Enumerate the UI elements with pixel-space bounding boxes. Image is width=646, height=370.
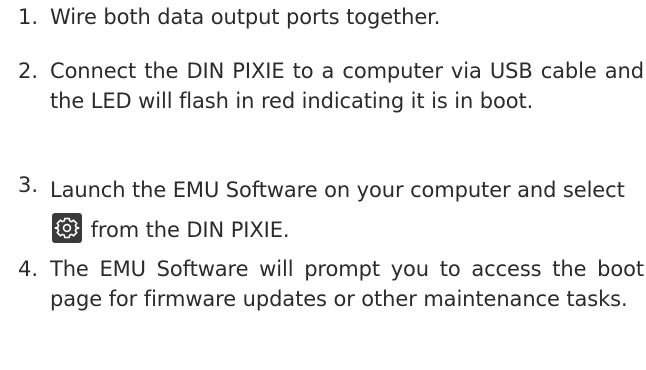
- step-text: Wire both data output ports together.: [50, 5, 441, 29]
- step-text: Connect the DIN PIXIE to a computer via …: [50, 59, 644, 113]
- step-number: 3.: [18, 173, 39, 197]
- step-number: 2.: [18, 59, 39, 83]
- gear-icon: [52, 213, 82, 243]
- step-text-after-icon: from the DIN PIXIE.: [90, 218, 290, 242]
- step-text: Launch the EMU Software on your computer…: [50, 170, 644, 250]
- step-number: 4.: [18, 257, 39, 281]
- step-text-before-icon: Launch the EMU Software on your computer…: [50, 178, 625, 202]
- step-number: 1.: [18, 5, 39, 29]
- step-text: The EMU Software will prompt you to acce…: [50, 257, 644, 311]
